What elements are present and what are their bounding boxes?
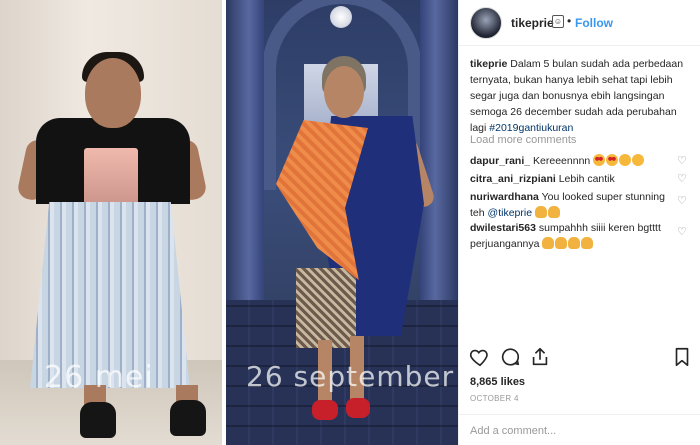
share-icon[interactable] [529, 346, 551, 368]
avatar[interactable] [470, 7, 502, 39]
comment: dwilestari563 sumpahhh siiii keren bgttt… [470, 220, 675, 252]
batik-panel [296, 268, 356, 348]
photo-date-label: 26 mei [44, 360, 154, 395]
photo-date-label: 26 september [246, 360, 455, 393]
ceiling-lamp [330, 6, 352, 28]
post-caption: tikeprie Dalam 5 bulan sudah ada perbeda… [470, 56, 692, 136]
red-shoe [312, 400, 338, 420]
clapping-hands-emoji-icon [581, 237, 594, 249]
shirt-print [84, 148, 138, 210]
comment-username[interactable]: dapur_rani_ [470, 155, 530, 167]
clapping-hands-emoji-icon [555, 237, 568, 249]
comment-text: Lebih cantik [558, 173, 615, 185]
add-comment-input[interactable] [470, 423, 670, 439]
comment-username[interactable]: dwilestari563 [470, 222, 536, 234]
red-shoe [346, 398, 370, 418]
smile-emoji-icon [619, 154, 632, 166]
caption-username[interactable]: tikeprie [470, 58, 507, 70]
small-heart-icon[interactable]: ♡ [677, 174, 687, 185]
load-more-comments[interactable]: Load more comments [470, 134, 576, 146]
action-bar [459, 340, 700, 370]
comment-username[interactable]: citra_ani_rizpiani [470, 173, 556, 185]
comment: nuriwardhana You looked super stunning t… [470, 189, 675, 221]
shoe [80, 402, 116, 438]
face [85, 58, 141, 128]
comment-username[interactable]: nuriwardhana [470, 191, 539, 203]
like-count[interactable]: 8,865 likes [470, 376, 525, 388]
badge-icon: ☺ [552, 15, 564, 28]
header-username[interactable]: tikeprie [511, 16, 554, 30]
separator-dot: • [567, 14, 572, 28]
clapping-hands-emoji-icon [547, 206, 560, 218]
face [324, 66, 364, 118]
shoe [170, 400, 206, 436]
heart-eyes-emoji-icon [606, 154, 619, 166]
heart-icon[interactable] [469, 346, 491, 368]
bookmark-icon[interactable] [671, 346, 693, 368]
comment-bubble-icon[interactable] [499, 346, 521, 368]
follow-button[interactable]: Follow [575, 16, 613, 30]
mention-link[interactable]: @tikeprie [488, 207, 533, 219]
post-sidebar: tikeprie ☺ • Follow tikeprie Dalam 5 bul… [458, 0, 700, 445]
smile-emoji-icon [632, 154, 645, 166]
comment: citra_ani_rizpiani Lebih cantik [470, 171, 680, 187]
after-photo: 26 september [226, 0, 458, 445]
heart-eyes-emoji-icon [593, 154, 606, 166]
clapping-hands-emoji-icon [542, 237, 555, 249]
before-photo: 26 mei [0, 0, 222, 445]
post-date: OCTOBER 4 [470, 394, 519, 403]
post-header: tikeprie ☺ • Follow [459, 0, 700, 46]
comment: dapur_rani_ Kereeennnn [470, 153, 680, 169]
clapping-hands-emoji-icon [568, 237, 581, 249]
small-heart-icon[interactable]: ♡ [677, 227, 687, 238]
comment-text: Kereeennnn [533, 155, 591, 167]
post-media[interactable]: 26 mei 26 september [0, 0, 458, 445]
small-heart-icon[interactable]: ♡ [677, 196, 687, 207]
small-heart-icon[interactable]: ♡ [677, 156, 687, 167]
add-comment-bar [459, 414, 700, 445]
clapping-hands-emoji-icon [534, 206, 547, 218]
hashtag-link[interactable]: #2019gantiukuran [489, 122, 573, 134]
